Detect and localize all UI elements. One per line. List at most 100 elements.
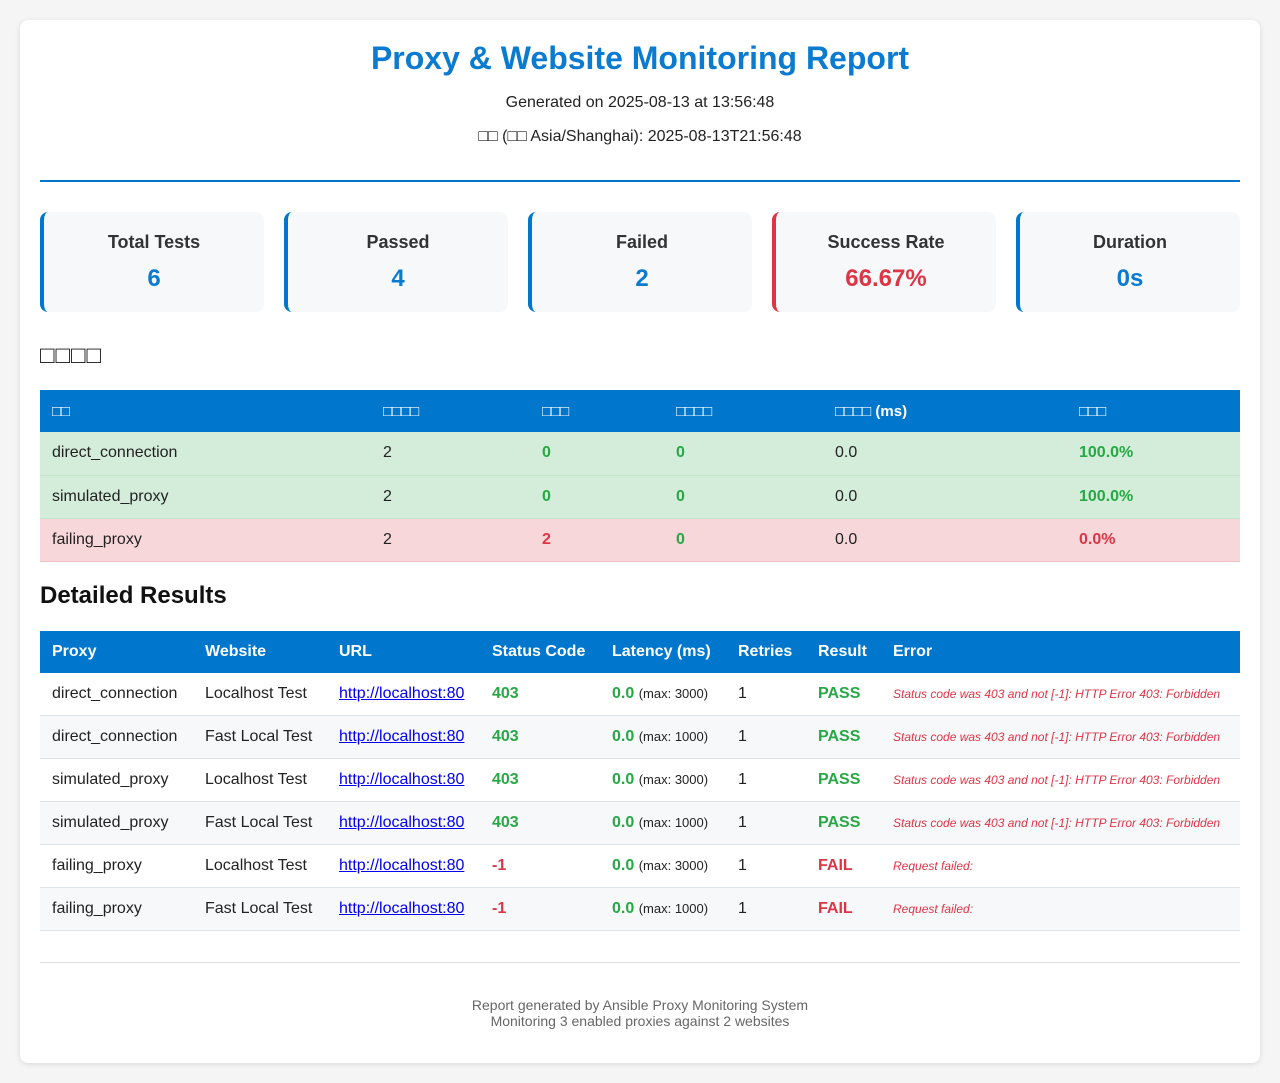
stat-success-rate: Success Rate 66.67%	[772, 212, 996, 312]
url-link[interactable]: http://localhost:80	[339, 771, 464, 788]
details-col-header: URL	[327, 630, 480, 673]
cell-proxy: failing_proxy	[40, 887, 193, 931]
cell-status-code: 403	[480, 758, 600, 802]
summary-col-header: □□□	[530, 390, 664, 432]
table-row: simulated_proxy Localhost Test http://lo…	[40, 758, 1240, 802]
cell-website: Fast Local Test	[193, 887, 327, 931]
summary-total: 2	[371, 475, 530, 519]
summary-col-header: □□□□	[371, 390, 530, 432]
cell-status-code: -1	[480, 844, 600, 888]
details-header-row: Proxy Website URL Status Code Latency (m…	[40, 630, 1240, 673]
summary-retries: 0	[664, 475, 823, 519]
summary-rate: 0.0%	[1067, 518, 1240, 562]
cell-status-code: 403	[480, 801, 600, 845]
stat-passed: Passed 4	[284, 212, 508, 312]
summary-proxy: failing_proxy	[40, 518, 371, 562]
cell-status-code: 403	[480, 672, 600, 716]
table-row: direct_connection Fast Local Test http:/…	[40, 715, 1240, 759]
cell-latency: 0.0	[612, 771, 635, 788]
cell-error: Status code was 403 and not [-1]: HTTP E…	[881, 672, 1240, 716]
cell-result: PASS	[806, 715, 881, 759]
summary-failed: 0	[530, 475, 664, 519]
summary-row: failing_proxy 2 2 0 0.0 0.0%	[40, 518, 1240, 562]
cell-result: FAIL	[806, 844, 881, 888]
cell-status-code: 403	[480, 715, 600, 759]
cell-latency: 0.0	[612, 684, 635, 702]
cell-website: Localhost Test	[193, 758, 327, 802]
page-title: Proxy & Website Monitoring Report	[370, 40, 910, 76]
summary-failed: 2	[530, 518, 664, 562]
stat-label: Duration	[1093, 232, 1167, 252]
cell-retries: 1	[726, 887, 806, 931]
cell-error: Request failed:	[881, 844, 1240, 888]
cell-latency-max: (max: 3000)	[638, 685, 709, 701]
summary-table: □□ □□□□ □□□ □□□□ □□□□ (ms) □□□ direct_co…	[40, 390, 1240, 562]
stat-failed: Failed 2	[528, 212, 752, 312]
cell-proxy: failing_proxy	[40, 844, 193, 888]
url-link[interactable]: http://localhost:80	[339, 900, 464, 917]
cell-error: Status code was 403 and not [-1]: HTTP E…	[881, 758, 1240, 802]
cell-website: Fast Local Test	[193, 715, 327, 759]
cell-latency: 0.0	[612, 814, 635, 831]
summary-total: 2	[371, 518, 530, 562]
cell-proxy: simulated_proxy	[40, 801, 193, 845]
footer-line-generator: Report generated by Ansible Proxy Monito…	[471, 997, 809, 1013]
details-col-header: Latency (ms)	[600, 630, 726, 673]
footer-line-monitoring: Monitoring 3 enabled proxies against 2 w…	[490, 1013, 790, 1029]
summary-retries: 0	[664, 432, 823, 476]
summary-latency: 0.0	[823, 518, 1067, 562]
cell-error: Status code was 403 and not [-1]: HTTP E…	[881, 715, 1240, 759]
cell-latency-max: (max: 3000)	[638, 772, 709, 787]
url-link[interactable]: http://localhost:80	[339, 814, 464, 831]
cell-status-code: -1	[480, 887, 600, 931]
cell-website: Fast Local Test	[193, 801, 327, 845]
summary-row: simulated_proxy 2 0 0 0.0 100.0%	[40, 475, 1240, 519]
cell-proxy: simulated_proxy	[40, 758, 193, 802]
cell-result: PASS	[806, 758, 881, 802]
stat-label: Failed	[615, 232, 668, 252]
summary-header-row: □□ □□□□ □□□ □□□□ □□□□ (ms) □□□	[40, 390, 1240, 432]
cell-proxy: direct_connection	[40, 672, 193, 716]
summary-rate: 100.0%	[1067, 475, 1240, 519]
stat-total-tests: Total Tests 6	[40, 212, 264, 312]
cell-retries: 1	[726, 758, 806, 802]
cell-result: FAIL	[806, 887, 881, 931]
stat-label: Passed	[366, 232, 430, 252]
stat-duration: Duration 0s	[1016, 212, 1240, 312]
stat-value: 0s	[1116, 265, 1144, 292]
summary-latency: 0.0	[823, 432, 1067, 476]
cell-result: PASS	[806, 672, 881, 716]
summary-retries: 0	[664, 518, 823, 562]
url-link[interactable]: http://localhost:80	[339, 728, 464, 745]
url-link[interactable]: http://localhost:80	[339, 857, 464, 874]
cell-latency: 0.0	[612, 900, 635, 917]
report-footer: Report generated by Ansible Proxy Monito…	[40, 962, 1240, 1029]
summary-col-header: □□□□ (ms)	[823, 390, 1067, 432]
table-row: direct_connection Localhost Test http://…	[40, 672, 1240, 716]
cell-retries: 1	[726, 801, 806, 845]
summary-rate: 100.0%	[1067, 432, 1240, 476]
summary-proxy: simulated_proxy	[40, 475, 371, 519]
report-card: Proxy & Website Monitoring Report Genera…	[20, 20, 1260, 1063]
summary-col-header: □□□□	[664, 390, 823, 432]
url-link[interactable]: http://localhost:80	[339, 685, 464, 702]
stat-value: 66.67%	[845, 265, 927, 292]
cell-result: PASS	[806, 801, 881, 845]
details-col-header: Status Code	[480, 630, 600, 673]
cell-latency-max: (max: 1000)	[638, 901, 709, 916]
cell-proxy: direct_connection	[40, 715, 193, 759]
table-row: failing_proxy Fast Local Test http://loc…	[40, 887, 1240, 931]
stat-value: 6	[147, 265, 161, 292]
cell-error: Request failed:	[881, 887, 1240, 931]
stat-label: Success Rate	[827, 232, 945, 252]
cell-latency-max: (max: 1000)	[638, 729, 709, 744]
cell-latency: 0.0	[612, 857, 635, 874]
summary-proxy: direct_connection	[40, 432, 371, 476]
generated-timestamp: Generated on 2025-08-13 at 13:56:48	[505, 94, 775, 111]
table-row: simulated_proxy Fast Local Test http://l…	[40, 801, 1240, 845]
stats-row: Total Tests 6 Passed 4 Failed 2 Success …	[40, 212, 1240, 312]
cell-website: Localhost Test	[193, 844, 327, 888]
details-col-header: Error	[881, 630, 1240, 673]
details-col-header: Result	[806, 630, 881, 673]
stat-label: Total Tests	[107, 232, 201, 252]
